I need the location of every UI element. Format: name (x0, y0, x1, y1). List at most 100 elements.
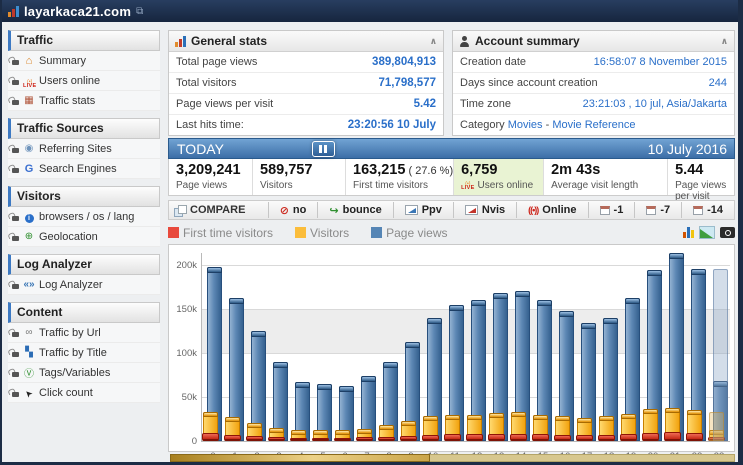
category-link[interactable]: Movie Reference (552, 119, 635, 131)
sidebar-item-browsers-os-lang[interactable]: i browsers / os / lang (8, 207, 160, 227)
stat-page-views: 3,209,241 Page views (169, 159, 253, 195)
bar-chart-view-icon[interactable] (683, 227, 694, 238)
sidebar-section-log-analyzer[interactable]: Log Analyzer (8, 254, 160, 275)
stat-row: Last hits time: 23:20:56 10 July (176, 119, 436, 131)
bar-first-time-visitors-h17[interactable] (576, 434, 593, 441)
legend-page-views[interactable]: Page views (371, 226, 448, 240)
stat-visitors: 589,757 Visitors (253, 159, 346, 195)
bar-first-time-visitors-h10[interactable] (422, 434, 439, 441)
unlock-icon (10, 213, 19, 221)
bar-first-time-visitors-h6[interactable] (334, 438, 351, 441)
calendar-icon (599, 205, 610, 215)
bar-first-time-visitors-h21[interactable] (664, 432, 681, 441)
bar-first-time-visitors-h0[interactable] (202, 433, 219, 441)
chart-horizontal-scrollbar[interactable] (170, 454, 735, 462)
bar-first-time-visitors-h5[interactable] (312, 438, 329, 441)
chart-plot-area[interactable]: 01234567891011121314151617181920212223 (201, 252, 730, 462)
camera-snapshot-icon[interactable] (720, 227, 735, 238)
pause-button[interactable] (311, 140, 335, 157)
histats-logo-icon (8, 5, 19, 17)
account-summary-panel: Account summary ∧ Creation date 16:58:07… (452, 30, 735, 136)
legend-visitors[interactable]: Visitors (295, 226, 349, 240)
bar-first-time-visitors-h13[interactable] (488, 433, 505, 441)
bar-first-time-visitors-h14[interactable] (510, 433, 527, 441)
compare-minus14-button[interactable]: -14 (681, 202, 734, 218)
scrollbar-track[interactable] (429, 454, 735, 462)
bar-first-time-visitors-h9[interactable] (400, 435, 417, 441)
bar-first-time-visitors-h4[interactable] (290, 438, 307, 441)
area-chart-view-icon[interactable] (699, 226, 715, 239)
bar-first-time-visitors-h11[interactable] (444, 433, 461, 441)
bar-first-time-visitors-h16[interactable] (554, 434, 571, 441)
compare-bounce-button[interactable]: ↪ bounce (317, 202, 392, 218)
y-axis-tick-label: 100k (176, 348, 197, 359)
bar-first-time-visitors-h1[interactable] (224, 434, 241, 441)
unlock-icon (10, 281, 19, 289)
compare-ppv-button[interactable]: Ppv (392, 202, 453, 218)
live-icon: (•) LIVE (461, 180, 475, 191)
bar-first-time-visitors-h2[interactable] (246, 435, 263, 441)
legend-first-time-visitors[interactable]: First time visitors (168, 226, 273, 240)
calendar-icon (646, 205, 657, 215)
sidebar-section-traffic-sources[interactable]: Traffic Sources (8, 118, 160, 139)
legend-swatch-yellow (295, 227, 306, 238)
cursor-icon: ➤ (22, 387, 35, 400)
sidebar-section-content[interactable]: Content (8, 302, 160, 323)
bar-first-time-visitors-h22[interactable] (686, 433, 703, 441)
sidebar-item-geolocation[interactable]: ⊕ Geolocation (8, 227, 160, 247)
stat-page-views-per-visit: 5.44 Page views per visit (675, 162, 727, 202)
sidebar-item-tags-variables[interactable]: Ⓥ Tags/Variables (8, 363, 160, 383)
sidebar-item-click-count[interactable]: ➤ Click count (8, 383, 160, 403)
stat-row: Time zone 23:21:03 , 10 jul, Asia/Jakart… (453, 94, 734, 115)
geo-globe-icon: ⊕ (24, 231, 34, 242)
bar-first-time-visitors-h18[interactable] (598, 434, 615, 441)
sidebar-section-visitors[interactable]: Visitors (8, 186, 160, 207)
compare-minus7-button[interactable]: -7 (634, 202, 681, 218)
sidebar-item-traffic-stats[interactable]: ▦ Traffic stats (8, 91, 160, 111)
category-link[interactable]: Movies (508, 119, 543, 131)
compare-nvis-button[interactable]: Nvis (452, 202, 516, 218)
site-title[interactable]: layarkaca21.com (24, 4, 131, 19)
live-icon: (•) LIVE (23, 78, 37, 89)
sidebar-item-log-analyzer[interactable]: «» Log Analyzer (8, 275, 160, 295)
list-icon: ▚ (25, 347, 33, 358)
bar-first-time-visitors-h3[interactable] (268, 437, 285, 441)
bar-chart-icon (175, 35, 186, 47)
bar-first-time-visitors-h19[interactable] (620, 433, 637, 441)
unlock-icon (10, 97, 19, 105)
unlock-icon (10, 77, 19, 85)
compare-minus1-button[interactable]: -1 (587, 202, 635, 218)
link-icon: ∞ (25, 327, 33, 338)
sidebar-item-referring-sites[interactable]: ◉ Referring Sites (8, 139, 160, 159)
bar-first-time-visitors-h8[interactable] (378, 436, 395, 441)
general-stats-panel: General stats ∧ Total page views 389,804… (168, 30, 444, 136)
app-window: layarkaca21.com ⧉ Traffic ⌂ Summary (•) L… (0, 0, 743, 465)
bar-first-time-visitors-h12[interactable] (466, 433, 483, 441)
external-link-icon[interactable]: ⧉ (136, 6, 143, 17)
compare-no-button[interactable]: ⊘ no (267, 202, 318, 218)
y-axis-tick-label: 0 (191, 436, 197, 447)
unlock-icon (10, 57, 19, 65)
info-icon: i (23, 211, 35, 223)
bar-first-time-visitors-h20[interactable] (642, 433, 659, 441)
sidebar-item-users-online[interactable]: (•) LIVE Users online (8, 71, 160, 91)
bar-first-time-visitors-h15[interactable] (532, 433, 549, 441)
compare-online-button[interactable]: ((•)) Online (516, 202, 587, 218)
home-icon: ⌂ (25, 54, 33, 67)
unlock-icon (10, 389, 19, 397)
sidebar-item-traffic-by-title[interactable]: ▚ Traffic by Title (8, 343, 160, 363)
projection-visitors[interactable] (709, 411, 724, 441)
stat-row: Days since account creation 244 (453, 73, 734, 94)
scrollbar-handle[interactable] (170, 454, 430, 462)
sidebar-section-traffic[interactable]: Traffic (8, 30, 160, 51)
stat-users-online[interactable]: 6,759 (•) LIVE Users online (454, 159, 545, 195)
tag-icon: Ⓥ (24, 369, 34, 380)
sidebar-item-search-engines[interactable]: G Search Engines (8, 159, 160, 179)
collapse-chevron-icon[interactable]: ∧ (430, 36, 437, 47)
sidebar-item-traffic-by-url[interactable]: ∞ Traffic by Url (8, 323, 160, 343)
hourly-traffic-chart: 01234567891011121314151617181920212223 0… (168, 244, 735, 462)
bar-first-time-visitors-h7[interactable] (356, 437, 373, 441)
sidebar-item-summary[interactable]: ⌂ Summary (8, 51, 160, 71)
calendar-icon (693, 205, 704, 215)
collapse-chevron-icon[interactable]: ∧ (721, 36, 728, 47)
